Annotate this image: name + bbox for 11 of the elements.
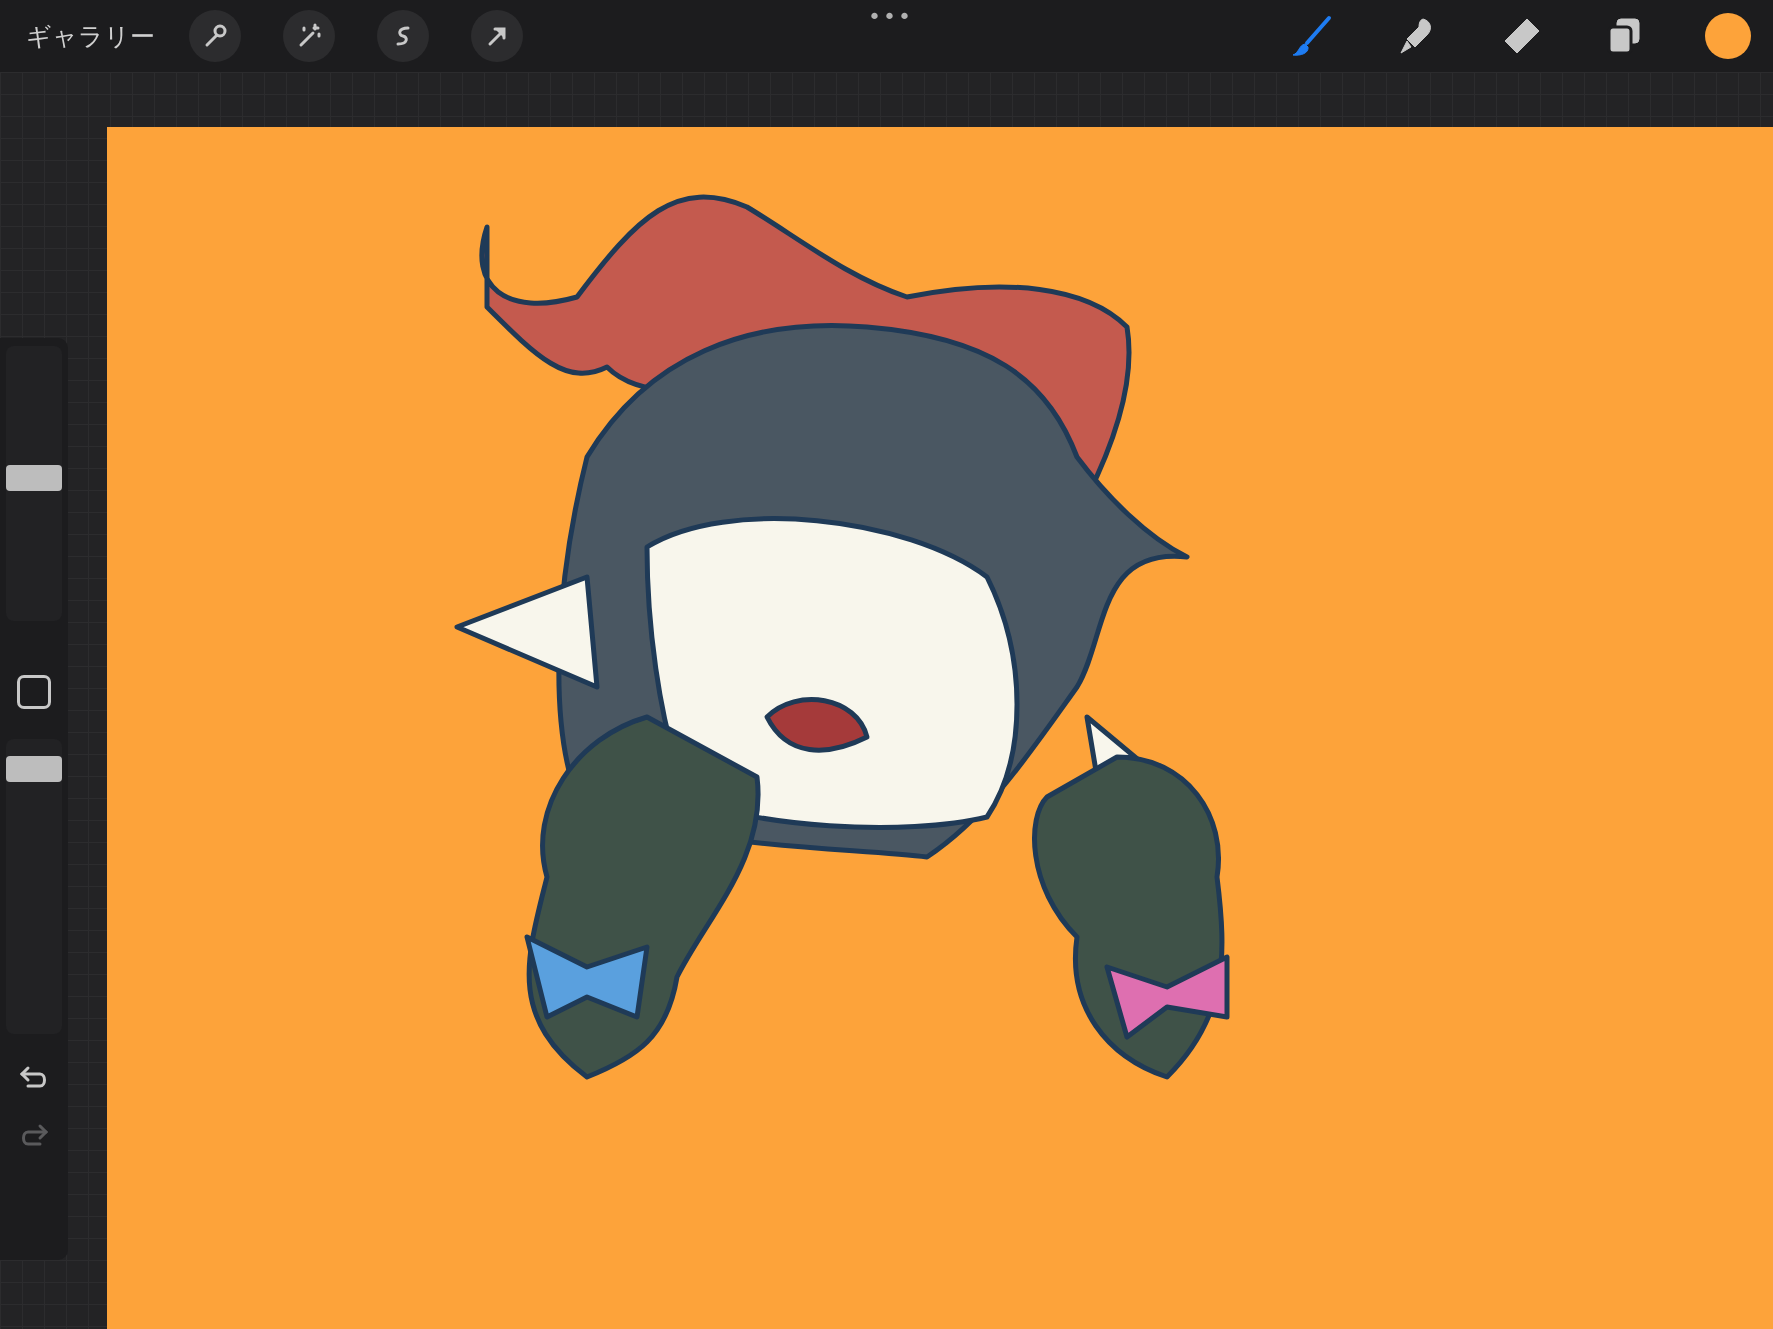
- opacity-slider[interactable]: [6, 739, 62, 1034]
- brush-size-slider[interactable]: [6, 346, 62, 621]
- s-curve-icon[interactable]: [377, 10, 429, 62]
- square-icon[interactable]: [17, 675, 51, 709]
- magic-wand-icon[interactable]: [283, 10, 335, 62]
- gallery-button[interactable]: ギャラリー: [26, 19, 155, 53]
- more-dots[interactable]: •••: [868, 4, 913, 29]
- drawing-canvas[interactable]: [107, 127, 1773, 1329]
- slider-thumb[interactable]: [6, 755, 62, 782]
- color-swatch[interactable]: [1705, 13, 1751, 59]
- slider-thumb[interactable]: [6, 465, 62, 491]
